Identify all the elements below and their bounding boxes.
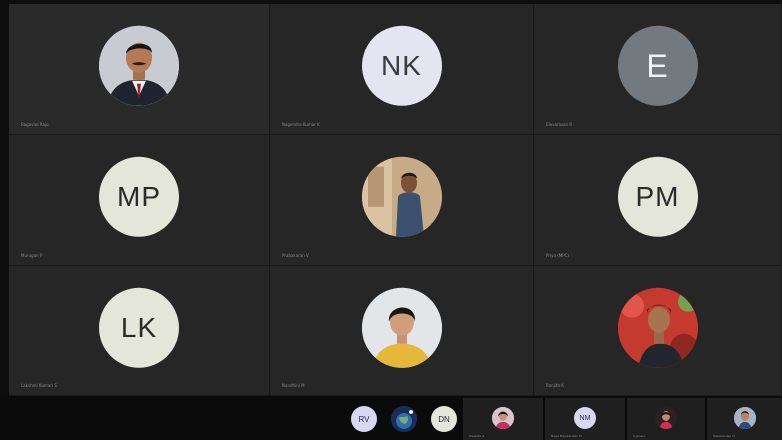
participant-tile[interactable]: Prabakaran V bbox=[270, 135, 534, 266]
participant-tile[interactable]: NK Nagendra Kumar K bbox=[270, 4, 534, 135]
mini-avatar-photo[interactable] bbox=[391, 406, 417, 432]
participant-tile[interactable]: LK Lakshmi Kumari S bbox=[9, 266, 270, 396]
woman-photo-icon bbox=[361, 287, 442, 368]
participant-photo bbox=[361, 287, 442, 368]
participant-tile[interactable]: Nandhini M bbox=[270, 266, 534, 396]
participant-strip-tile[interactable]: K Janani bbox=[627, 398, 705, 440]
participant-photo bbox=[733, 407, 756, 429]
participant-photo bbox=[99, 25, 179, 106]
participant-strip-tile[interactable]: Manikandan M bbox=[707, 398, 782, 440]
initials-avatar: MP bbox=[99, 156, 179, 237]
participant-photo bbox=[655, 407, 677, 429]
initials-avatar: LK bbox=[99, 287, 179, 368]
participant-tile[interactable]: PM Priya (MPC) bbox=[534, 135, 782, 266]
man-red-background-photo-icon bbox=[617, 287, 698, 368]
participant-name: Manikandan M bbox=[713, 434, 735, 438]
participant-photo bbox=[617, 287, 698, 368]
initials-avatar: NM bbox=[574, 407, 596, 429]
participant-name: Lakshmi Kumari S bbox=[21, 383, 57, 388]
initials-avatar: NK bbox=[361, 25, 442, 106]
participant-name: Deepika S bbox=[469, 434, 485, 438]
initials-avatar: E bbox=[617, 25, 698, 106]
participant-name: Ragavan Raju bbox=[21, 122, 49, 127]
participant-photo bbox=[492, 407, 514, 429]
man-outdoor-photo-icon bbox=[361, 156, 442, 237]
participant-photo bbox=[361, 156, 442, 237]
participant-name: Priya (MPC) bbox=[546, 253, 569, 258]
participant-name: Nagendra Kumar K bbox=[282, 122, 320, 127]
person-blue-photo-icon bbox=[733, 407, 756, 429]
participant-name: Prabakaran V bbox=[282, 253, 309, 258]
participant-strip-tile[interactable]: NM Naga Manikandan M bbox=[545, 398, 625, 440]
participant-name: K Janani bbox=[633, 434, 646, 438]
man-in-suit-photo-icon bbox=[99, 25, 179, 106]
participant-name: Naga Manikandan M bbox=[551, 434, 582, 438]
mini-avatar-initials[interactable]: DN bbox=[431, 406, 457, 432]
participant-tile[interactable]: Ragavan Raju bbox=[9, 4, 270, 135]
participant-name: Elavarasan R bbox=[546, 122, 573, 127]
participant-name: Ranjith K bbox=[546, 383, 564, 388]
participant-tile[interactable]: MP Murugan P bbox=[9, 135, 270, 266]
participant-grid: Ragavan Raju NK Nagendra Kumar K E Elava… bbox=[9, 4, 782, 396]
participant-name: Murugan P bbox=[21, 253, 43, 258]
participant-strip-tile[interactable]: Deepika S bbox=[463, 398, 543, 440]
participant-tile[interactable]: E Elavarasan R bbox=[534, 4, 782, 135]
mini-avatar-initials[interactable]: RV bbox=[351, 406, 377, 432]
earth-photo-icon bbox=[391, 406, 417, 432]
woman-pink-photo-icon bbox=[492, 407, 514, 429]
woman-red-photo-icon bbox=[655, 407, 677, 429]
initials-avatar: PM bbox=[617, 156, 698, 237]
participant-tile[interactable]: Ranjith K bbox=[534, 266, 782, 396]
participant-name: Nandhini M bbox=[282, 383, 305, 388]
